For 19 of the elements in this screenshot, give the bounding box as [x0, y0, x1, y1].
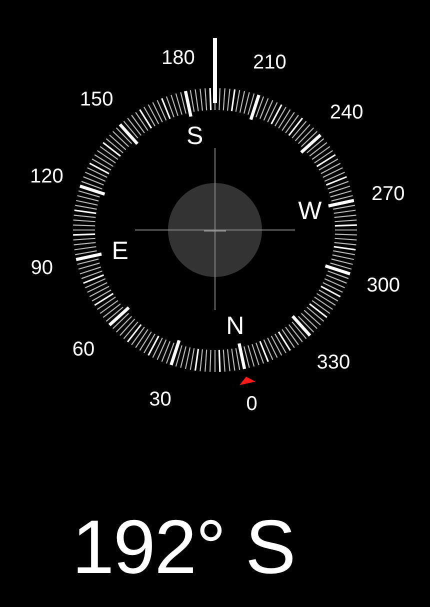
degree-label: 330 [316, 352, 350, 374]
heading-indicator [213, 38, 217, 103]
degree-label: 90 [30, 256, 53, 279]
north-marker [240, 376, 256, 386]
cardinal-label: N [226, 312, 244, 340]
degree-label: 210 [253, 52, 286, 74]
degree-label: 30 [149, 388, 172, 410]
degree-label: 300 [366, 274, 400, 297]
cardinal-label: E [112, 237, 128, 266]
degree-label: 270 [371, 183, 405, 206]
degree-label: 0 [246, 393, 258, 416]
degree-label: 120 [30, 165, 64, 188]
degree-label: 150 [80, 88, 114, 110]
cardinal-label: W [298, 196, 322, 225]
cardinal-label: S [186, 122, 204, 150]
degree-label: 180 [162, 46, 195, 69]
degree-label: 60 [72, 338, 95, 360]
heading-readout: 192° S [72, 510, 296, 586]
degree-label: 240 [330, 102, 364, 124]
